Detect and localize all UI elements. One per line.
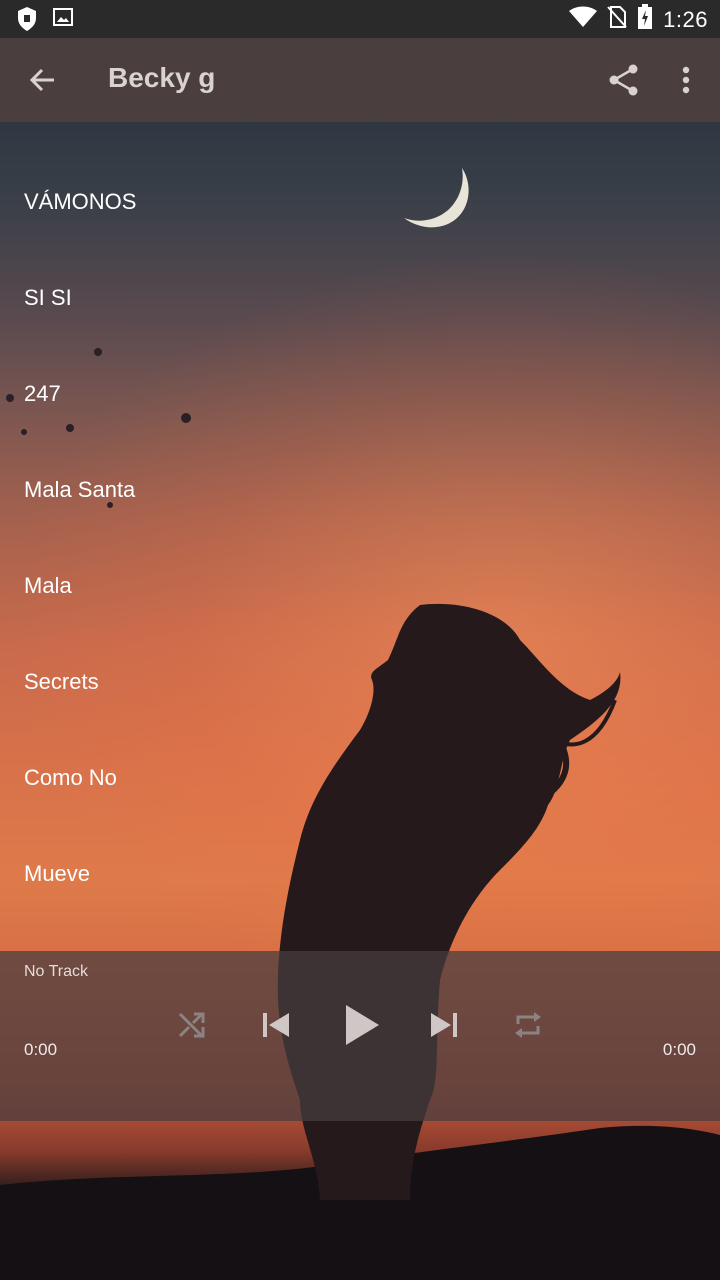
repeat-button[interactable] bbox=[504, 1001, 552, 1049]
track-item[interactable]: Como No bbox=[0, 730, 720, 826]
more-options-button[interactable] bbox=[666, 58, 706, 102]
share-button[interactable] bbox=[602, 58, 646, 102]
no-sim-icon bbox=[607, 5, 627, 34]
skip-previous-button[interactable] bbox=[252, 1001, 300, 1049]
shuffle-button[interactable] bbox=[168, 1001, 216, 1049]
track-item[interactable]: Secrets bbox=[0, 634, 720, 730]
back-button[interactable] bbox=[20, 58, 64, 102]
elapsed-time: 0:00 bbox=[24, 1040, 58, 1059]
repeat-icon bbox=[515, 1012, 541, 1038]
track-list: VÁMONOS SI SI 247 Mala Santa Mala Secret… bbox=[0, 154, 720, 922]
battery-icon bbox=[637, 4, 653, 35]
shuffle-icon bbox=[178, 1012, 205, 1038]
status-time: 1:26 bbox=[663, 6, 708, 32]
status-bar: 1:26 bbox=[0, 0, 720, 38]
play-icon bbox=[346, 1005, 379, 1045]
more-vert-icon bbox=[682, 66, 690, 94]
now-playing-title: No Track bbox=[24, 963, 89, 980]
shield-icon bbox=[16, 6, 38, 37]
track-item[interactable]: Mala Santa bbox=[0, 442, 720, 538]
skip-previous-icon bbox=[263, 1013, 289, 1037]
share-icon bbox=[609, 64, 638, 96]
page-title: Becky g bbox=[108, 62, 216, 93]
play-button[interactable] bbox=[338, 1001, 386, 1049]
arrow-left-icon bbox=[29, 68, 54, 92]
image-icon bbox=[52, 6, 74, 37]
track-item[interactable]: VÁMONOS bbox=[0, 154, 720, 250]
app-screen: 1:26 Becky g VÁMONOS SI SI 247 Mala Sant… bbox=[0, 0, 720, 1280]
skip-next-icon bbox=[431, 1013, 457, 1037]
track-item[interactable]: Mala bbox=[0, 538, 720, 634]
track-item[interactable]: SI SI bbox=[0, 250, 720, 346]
wifi-icon bbox=[569, 6, 598, 33]
app-bar: Becky g bbox=[0, 38, 720, 122]
track-item[interactable]: Mueve bbox=[0, 826, 720, 922]
duration-time: 0:00 bbox=[662, 1040, 696, 1059]
skip-next-button[interactable] bbox=[420, 1001, 468, 1049]
track-item[interactable]: 247 bbox=[0, 346, 720, 442]
player-panel: No Track 0:00 0:00 bbox=[0, 951, 720, 1121]
